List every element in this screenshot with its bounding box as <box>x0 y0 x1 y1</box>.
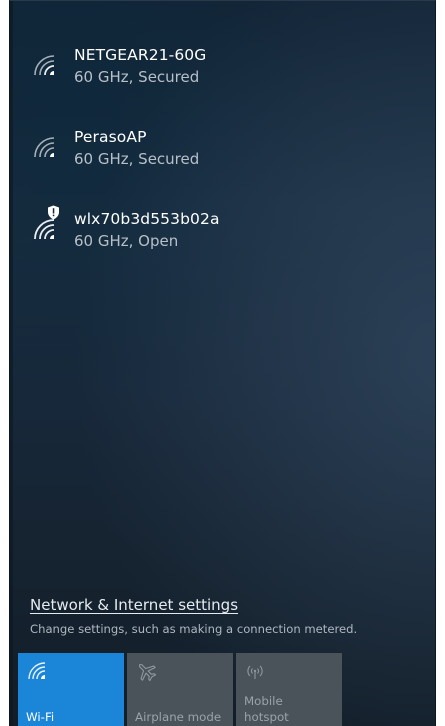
wifi-toggle-button[interactable]: Wi-Fi <box>18 653 124 726</box>
quick-actions: Wi-Fi Airplane mode Mobile hotspot <box>18 653 342 726</box>
network-flyout: NETGEAR21-60G 60 GHz, Secured PerasoAP 6… <box>9 0 436 726</box>
shield-warning-icon <box>47 205 60 220</box>
airplane-mode-label: Airplane mode <box>135 710 222 724</box>
network-status: 60 GHz, Secured <box>74 68 200 86</box>
network-list: NETGEAR21-60G 60 GHz, Secured PerasoAP 6… <box>10 33 435 279</box>
network-status: 60 GHz, Open <box>74 232 179 250</box>
mobile-hotspot-button[interactable]: Mobile hotspot <box>236 653 342 726</box>
airplane-mode-button[interactable]: Airplane mode <box>127 653 233 726</box>
settings-description: Change settings, such as making a connec… <box>30 622 358 636</box>
network-item-netgear21-60g[interactable]: NETGEAR21-60G 60 GHz, Secured <box>10 33 435 115</box>
settings-area: Network & Internet settings Change setti… <box>30 595 430 637</box>
network-settings-link[interactable]: Network & Internet settings <box>30 595 238 615</box>
mobile-hotspot-label-line2: hotspot <box>244 710 289 724</box>
mobile-hotspot-label: Mobile hotspot <box>244 693 289 725</box>
airplane-icon <box>135 660 157 682</box>
wifi-icon <box>26 660 48 682</box>
wifi-signal-icon <box>32 55 58 77</box>
network-status: 60 GHz, Secured <box>74 150 200 168</box>
network-name: NETGEAR21-60G <box>74 46 207 64</box>
network-name: PerasoAP <box>74 128 147 146</box>
network-item-perasoap[interactable]: PerasoAP 60 GHz, Secured <box>10 115 435 197</box>
network-item-wlx70b3d553b02a[interactable]: wlx70b3d553b02a 60 GHz, Open <box>10 197 435 279</box>
wifi-label: Wi-Fi <box>26 710 55 724</box>
hotspot-icon <box>244 660 266 682</box>
network-name: wlx70b3d553b02a <box>74 210 220 228</box>
wifi-signal-icon <box>32 205 59 241</box>
wifi-signal-icon <box>32 137 58 159</box>
mobile-hotspot-label-line1: Mobile <box>244 694 283 708</box>
